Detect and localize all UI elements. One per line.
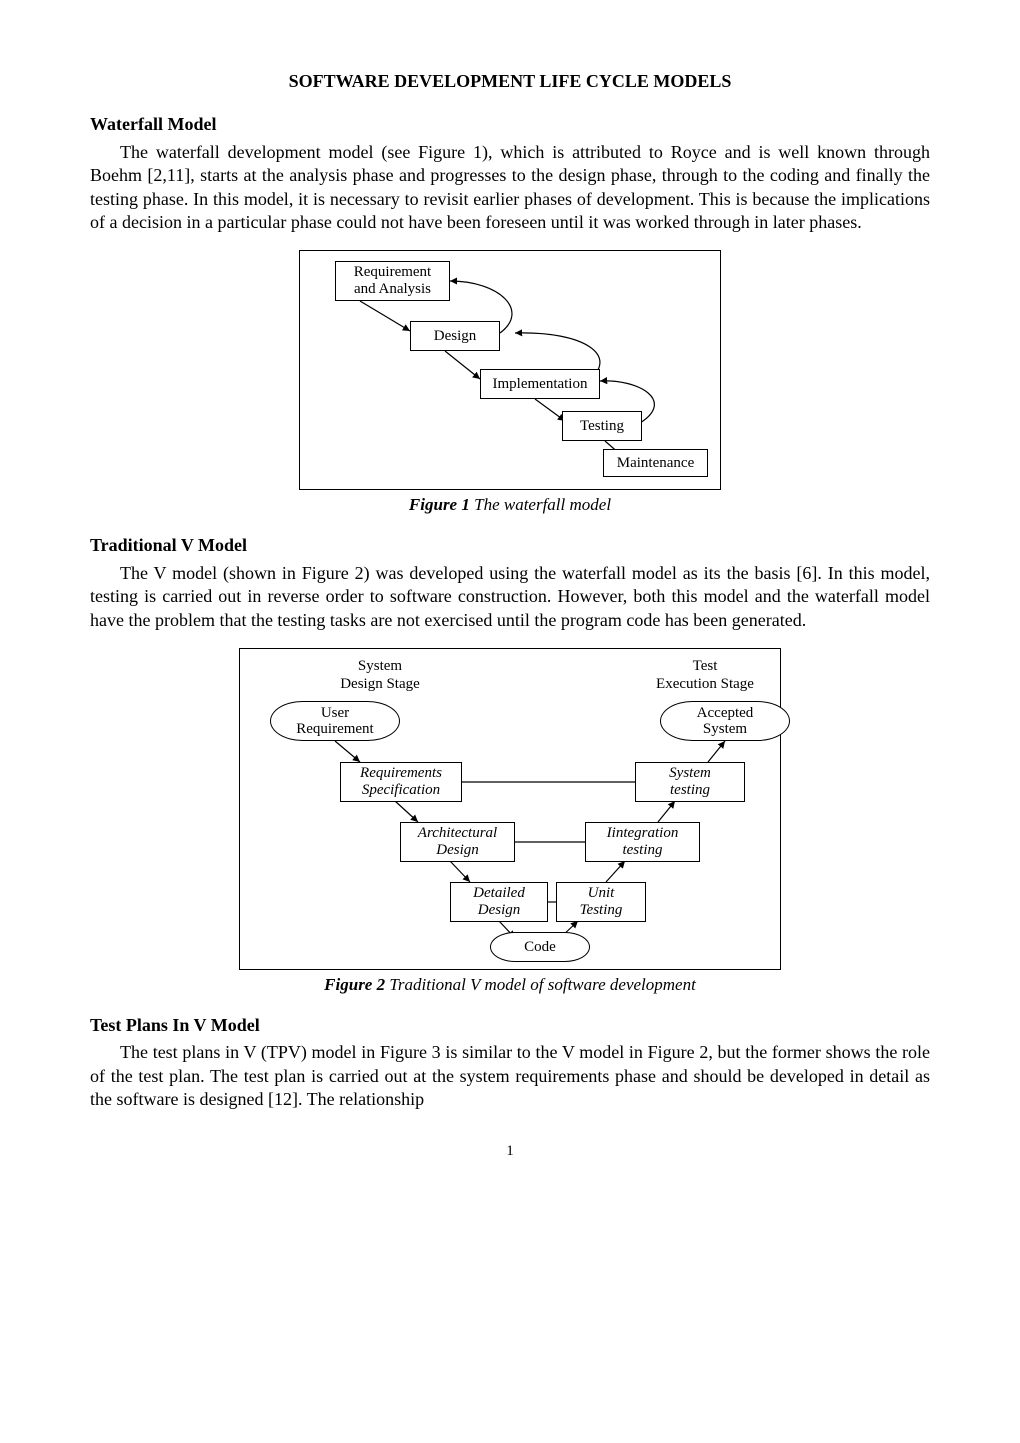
node-requirement: Requirementand Analysis bbox=[335, 261, 450, 301]
figure-1-label: Figure 1 bbox=[409, 495, 470, 514]
page: SOFTWARE DEVELOPMENT LIFE CYCLE MODELS W… bbox=[0, 0, 1020, 1201]
label-design-stage: SystemDesign Stage bbox=[310, 657, 450, 693]
rect-arch-design: ArchitecturalDesign bbox=[400, 822, 515, 862]
heading-waterfall: Waterfall Model bbox=[90, 113, 930, 136]
node-design: Design bbox=[410, 321, 500, 351]
rect-system-testing: Systemtesting bbox=[635, 762, 745, 802]
oval-code: Code bbox=[490, 932, 590, 962]
oval-accepted-system: AcceptedSystem bbox=[660, 701, 790, 741]
para-vmodel: The V model (shown in Figure 2) was deve… bbox=[90, 562, 930, 632]
figure-2: SystemDesign Stage TestExecution Stage U… bbox=[90, 648, 930, 996]
heading-vmodel: Traditional V Model bbox=[90, 534, 930, 557]
figure-1-text: The waterfall model bbox=[470, 495, 611, 514]
figure-1-caption: Figure 1 The waterfall model bbox=[409, 494, 611, 516]
oval-user-requirement: UserRequirement bbox=[270, 701, 400, 741]
node-implementation: Implementation bbox=[480, 369, 600, 399]
rect-unit-testing: UnitTesting bbox=[556, 882, 646, 922]
para-waterfall: The waterfall development model (see Fig… bbox=[90, 141, 930, 235]
rect-detailed-design: DetailedDesign bbox=[450, 882, 548, 922]
para-testplans: The test plans in V (TPV) model in Figur… bbox=[90, 1041, 930, 1111]
node-maintenance: Maintenance bbox=[603, 449, 708, 477]
rect-req-spec: RequirementsSpecification bbox=[340, 762, 462, 802]
document-title: SOFTWARE DEVELOPMENT LIFE CYCLE MODELS bbox=[90, 70, 930, 93]
figure-2-text: Traditional V model of software developm… bbox=[385, 975, 696, 994]
heading-testplans: Test Plans In V Model bbox=[90, 1014, 930, 1037]
page-number: 1 bbox=[90, 1142, 930, 1162]
figure-2-label: Figure 2 bbox=[324, 975, 385, 994]
figure-1: Requirementand Analysis Design Implement… bbox=[90, 250, 930, 516]
label-exec-stage: TestExecution Stage bbox=[635, 657, 775, 693]
rect-integration-testing: Iintegrationtesting bbox=[585, 822, 700, 862]
figure-2-caption: Figure 2 Traditional V model of software… bbox=[324, 974, 696, 996]
node-testing: Testing bbox=[562, 411, 642, 441]
